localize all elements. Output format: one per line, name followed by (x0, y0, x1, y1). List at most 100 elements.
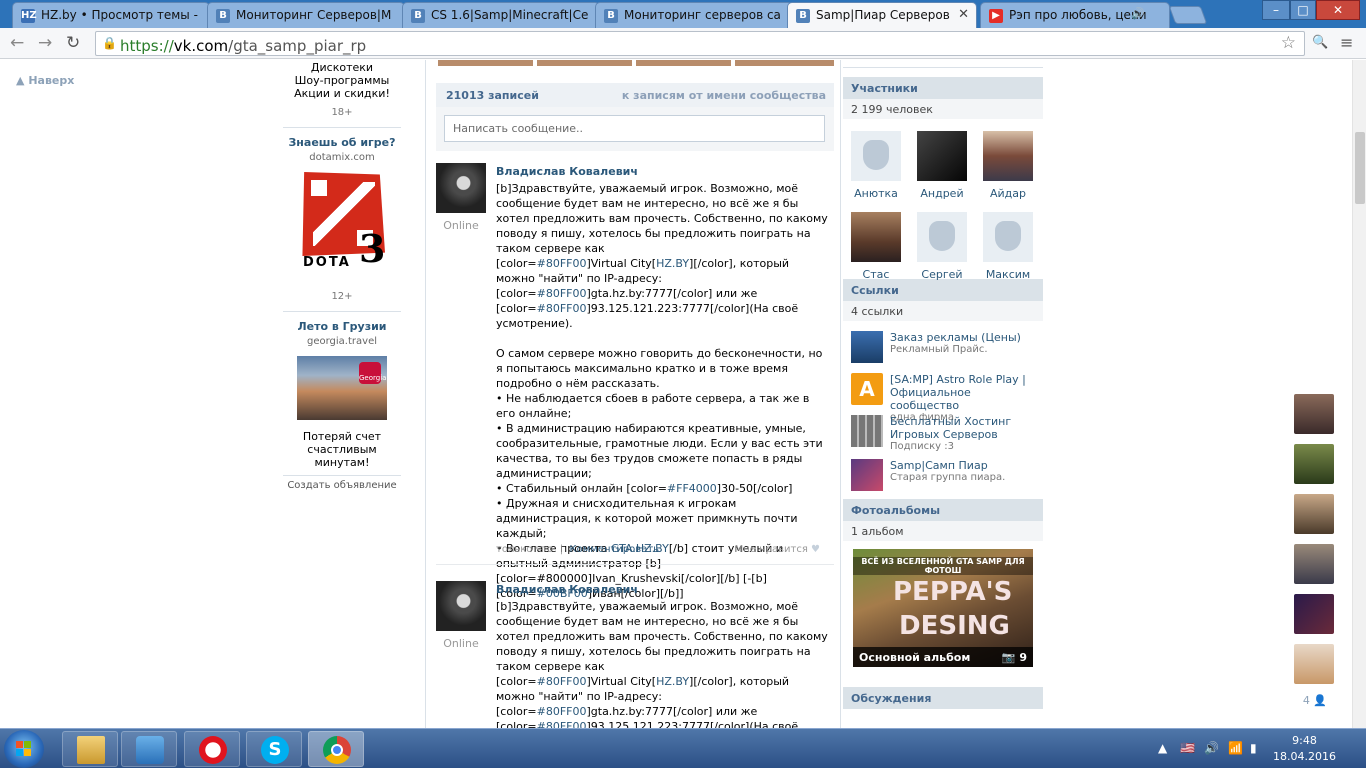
reload-icon[interactable]: ↻ (66, 33, 80, 53)
link-title: Бесплатный Хостинг Игровых Серверов (890, 415, 1012, 441)
menu-icon[interactable]: ≡ (1340, 33, 1353, 52)
member-item[interactable]: Максим (983, 212, 1033, 281)
browser-tab-samp-piar[interactable]: B Samp|Пиар Серверов ✕ (787, 2, 977, 28)
start-button[interactable] (4, 730, 44, 768)
links-header[interactable]: Ссылки (843, 279, 1043, 301)
member-item[interactable]: Стас (851, 212, 901, 281)
post-author-link[interactable]: Владислав Ковалевич (496, 165, 638, 178)
post-time[interactable]: только что (496, 544, 553, 555)
signal-icon[interactable]: ▮ (1250, 741, 1257, 755)
scroll-to-top-link[interactable]: ▲ Наверх (16, 74, 74, 87)
browser-tab-monitoring-1[interactable]: B Мониторинг Серверов|М (207, 2, 405, 28)
dota-logo-digit: 3 (359, 226, 386, 271)
tray-expand-icon[interactable]: ▲ (1158, 741, 1167, 755)
new-tab-button[interactable] (1168, 6, 1208, 24)
comment-link[interactable]: Комментировать (570, 544, 660, 555)
post-text-link[interactable]: #80FF00 (537, 675, 587, 688)
discussions-header[interactable]: Обсуждения (843, 687, 1043, 709)
like-button[interactable]: Мне нравится ♥ (735, 544, 820, 555)
ad-domain: georgia.travel (307, 336, 377, 347)
photo-strip[interactable] (438, 60, 834, 66)
link-title: Samp|Самп Пиар (890, 459, 988, 472)
friend-avatar[interactable] (1294, 494, 1334, 534)
browser-tab-youtube[interactable]: ▶ Рэп про любовь, цени 🔊 (980, 2, 1170, 28)
language-flag-icon[interactable]: 🇺🇸 (1180, 741, 1195, 755)
members-header[interactable]: Участники (843, 77, 1043, 99)
members-count[interactable]: 2 199 человек (843, 99, 1043, 119)
ad-line: Шоу-программы (294, 74, 390, 87)
ad-age: 12+ (331, 291, 353, 302)
maximize-button[interactable]: □ (1290, 0, 1316, 20)
album-photo-count: 9 (1019, 651, 1027, 664)
post-text-link[interactable]: HZ.BY (656, 675, 689, 688)
albums-header[interactable]: Фотоальбомы (843, 499, 1043, 521)
scrollbar-thumb[interactable] (1355, 132, 1365, 204)
tab-close-icon[interactable]: ✕ (958, 7, 969, 22)
minimize-button[interactable]: – (1262, 0, 1290, 20)
ad-line: Дискотеки (310, 61, 374, 74)
post-text-link[interactable]: #80FF00 (537, 705, 587, 718)
ad-dota[interactable]: Знаешь об игре? dotamix.com DOTA 3 12+ (283, 136, 401, 303)
album-main[interactable]: ВСЁ ИЗ ВСЕЛЕННОЙ GTA SAMP ДЛЯ ФОТОШ PEPP… (853, 549, 1033, 667)
back-arrow-icon[interactable]: ← (10, 33, 24, 53)
friend-avatar[interactable] (1294, 644, 1334, 684)
search-icon[interactable]: 🔍 (1312, 35, 1328, 50)
create-ad-link[interactable]: Создать объявление (283, 480, 401, 491)
close-window-button[interactable]: ✕ (1316, 0, 1360, 20)
taskbar-skype[interactable]: S (246, 731, 302, 767)
member-name: Максим (985, 268, 1031, 281)
post-text-link[interactable]: #80FF00 (537, 720, 587, 728)
post-author-link[interactable]: Владислав Ковалевич (496, 583, 638, 596)
bookmark-star-icon[interactable]: ☆ (1281, 33, 1296, 53)
wall-message-input[interactable]: Написать сообщение.. (444, 115, 825, 142)
friend-avatar[interactable] (1294, 594, 1334, 634)
ad-georgia[interactable]: Лето в Грузии georgia.travel Georgia Пот… (283, 320, 401, 469)
ad-disco[interactable]: Дискотеки Шоу-программы Акции и скидки! … (283, 61, 401, 119)
friend-avatar[interactable] (1294, 394, 1334, 434)
address-bar[interactable]: 🔒 https://vk.com/gta_samp_piar_rp ☆ (95, 31, 1305, 56)
ad-divider (283, 475, 401, 476)
member-item[interactable]: Сергей (917, 212, 967, 281)
network-icon[interactable]: 📶 (1228, 741, 1243, 755)
link-item[interactable]: A [SA:MP] Astro Role Play | Официальное … (843, 373, 1043, 423)
browser-tab-cs16[interactable]: B CS 1.6|Samp|Minecraft|Ce (402, 2, 600, 28)
browser-tab-hzby[interactable]: HZ HZ.by • Просмотр темы - (12, 2, 210, 28)
member-item[interactable]: Анютка (851, 131, 901, 200)
forward-arrow-icon[interactable]: → (38, 33, 52, 53)
ad-divider (283, 127, 401, 128)
member-item[interactable]: Айдар (983, 131, 1033, 200)
avatar[interactable] (436, 163, 486, 213)
member-item[interactable]: Андрей (917, 131, 967, 200)
post-text-link[interactable]: #80FF00 (537, 287, 587, 300)
post-text-link[interactable]: #80FF00 (537, 302, 587, 315)
volume-icon[interactable]: 🔊 (1204, 741, 1219, 755)
wall-column: 21013 записей к записям от имени сообщес… (425, 60, 841, 728)
taskbar-media-player[interactable] (121, 731, 177, 767)
taskbar-explorer[interactable] (62, 731, 118, 767)
avatar[interactable] (436, 581, 486, 631)
member-name: Андрей (920, 187, 964, 200)
link-subtitle: Подписку :3 (890, 441, 954, 452)
friends-online-count[interactable]: 4 👤 (1290, 694, 1340, 707)
wall-post-count[interactable]: 21013 записей (446, 89, 539, 102)
page-scrollbar[interactable] (1352, 60, 1366, 728)
post-text-link[interactable]: #80FF00 (537, 257, 587, 270)
albums-count: 1 альбом (843, 521, 1043, 541)
up-link-label: Наверх (28, 74, 75, 87)
taskbar-opera[interactable] (184, 731, 240, 767)
link-item[interactable]: Бесплатный Хостинг Игровых Серверов Подпи… (843, 415, 1043, 459)
wall-filter-link[interactable]: к записям от имени сообщества (622, 89, 826, 102)
taskbar-clock[interactable]: 9:48 18.04.2016 (1273, 733, 1336, 765)
friend-avatar[interactable] (1294, 544, 1334, 584)
browser-tab-monitoring-2[interactable]: B Мониторинг серверов са (595, 2, 793, 28)
taskbar-chrome[interactable] (308, 731, 364, 767)
post-text-link[interactable]: #FF4000 (667, 482, 717, 495)
link-item[interactable]: Заказ рекламы (Цены) Рекламный Прайс. (843, 331, 1043, 373)
album-art-line: PEPPA'S (893, 577, 1013, 607)
friends-panel: 4 👤 (1290, 394, 1340, 707)
member-name: Айдар (989, 187, 1026, 200)
friend-avatar[interactable] (1294, 444, 1334, 484)
post-text-link[interactable]: HZ.BY (656, 257, 689, 270)
sidebar-top-divider (843, 60, 1043, 68)
link-item[interactable]: Samp|Самп Пиар Старая группа пиара. (843, 459, 1043, 499)
